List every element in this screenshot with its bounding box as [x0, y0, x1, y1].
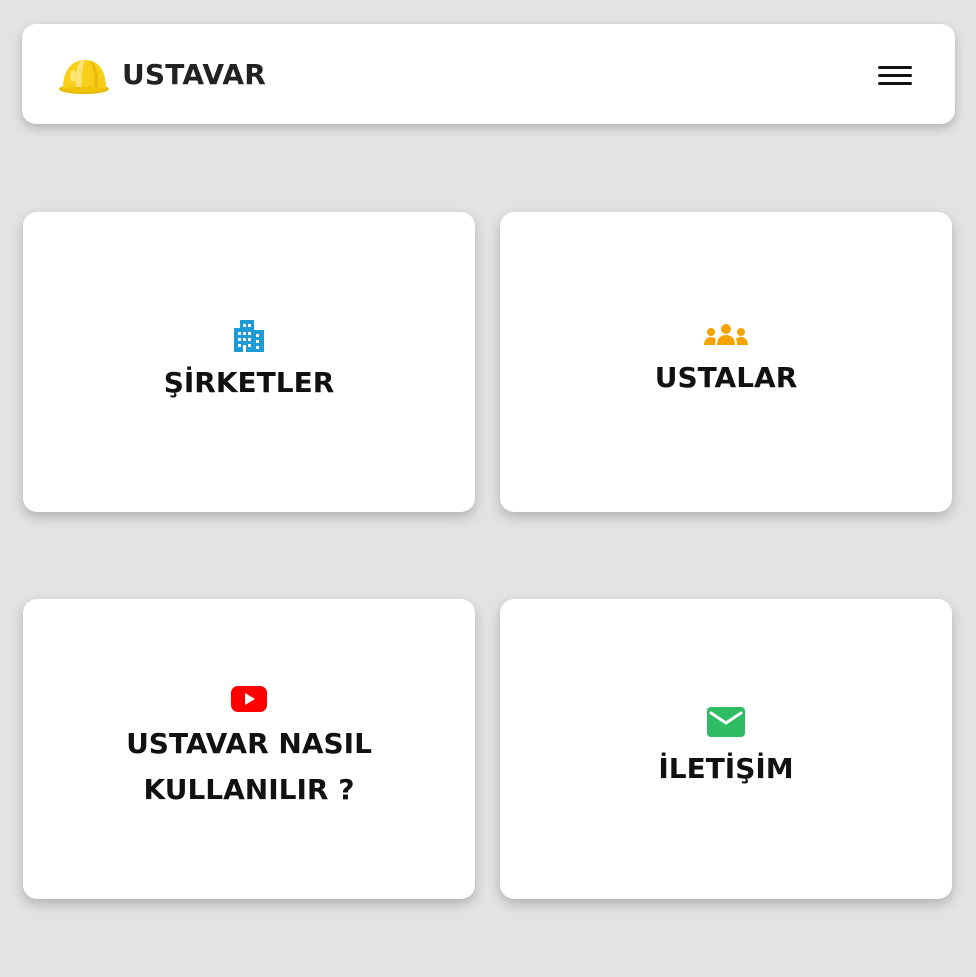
hamburger-menu-button[interactable]	[878, 64, 914, 90]
card-title: USTAVAR NASIL KULLANILIR ?	[126, 727, 372, 806]
users-group-icon	[704, 324, 748, 345]
brand-logo-link[interactable]: USTAVAR	[58, 52, 266, 96]
brand-name: USTAVAR	[122, 57, 266, 91]
card-iletisim[interactable]: İLETİŞİM	[500, 599, 952, 899]
hamburger-menu-icon	[878, 66, 912, 69]
top-navbar: USTAVAR	[22, 24, 955, 124]
youtube-icon	[231, 686, 267, 712]
hard-hat-icon	[59, 60, 109, 94]
card-ustalar[interactable]: USTALAR	[500, 212, 952, 512]
envelope-icon	[707, 707, 745, 737]
card-sirketler[interactable]: ŞİRKETLER	[23, 212, 475, 512]
card-title: İLETİŞİM	[658, 752, 794, 785]
card-nasil-kullanilir[interactable]: USTAVAR NASIL KULLANILIR ?	[23, 599, 475, 899]
card-title: USTALAR	[654, 361, 798, 394]
building-icon	[234, 320, 264, 352]
card-title: ŞİRKETLER	[163, 366, 335, 399]
